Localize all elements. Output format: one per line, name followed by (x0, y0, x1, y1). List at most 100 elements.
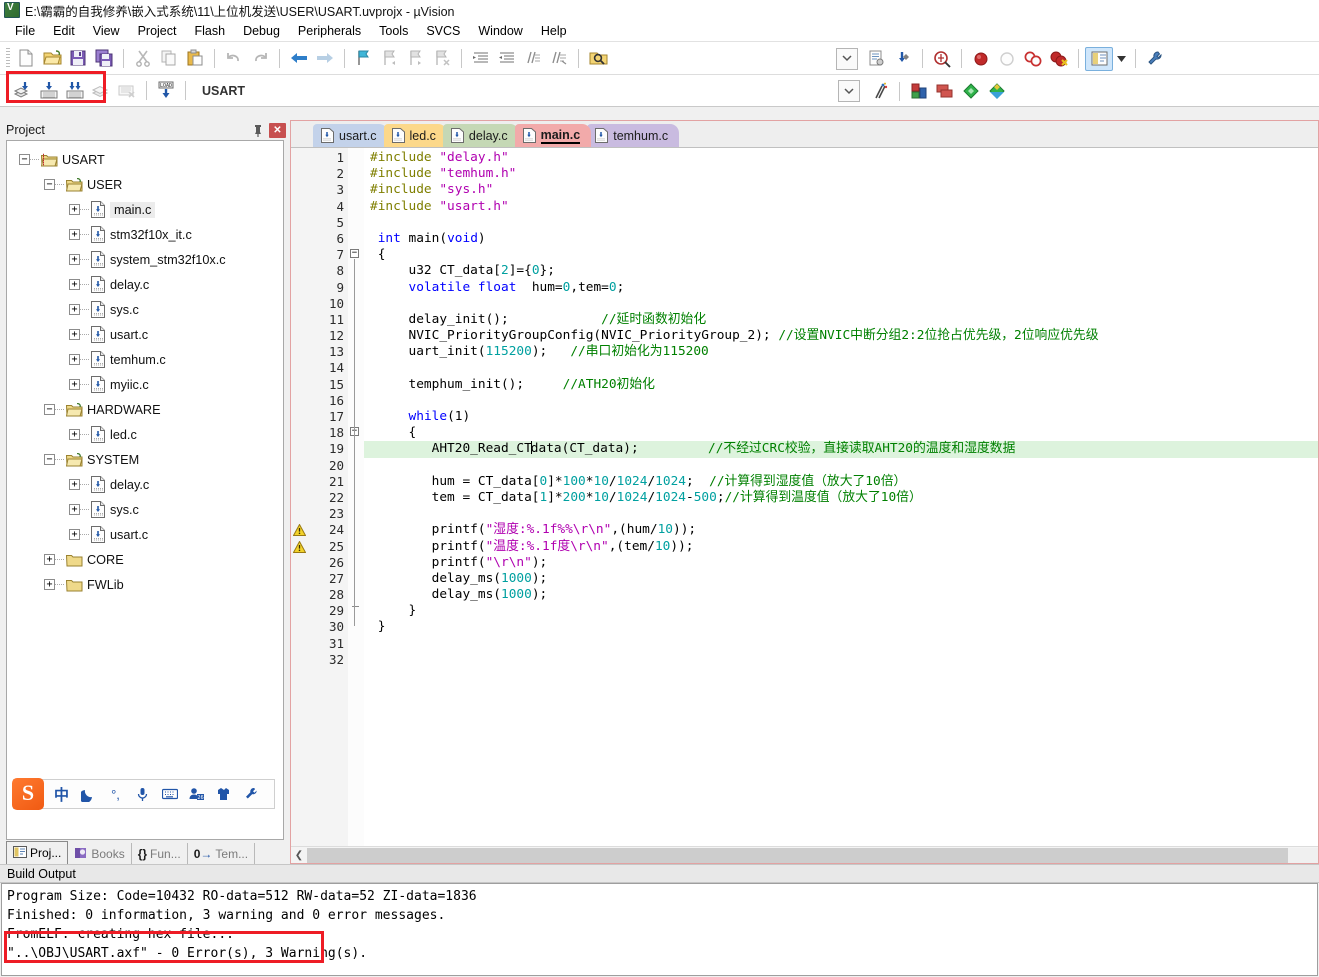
open-file-icon[interactable] (39, 45, 65, 71)
stop-build-icon[interactable] (114, 78, 140, 104)
code-line[interactable] (370, 636, 1318, 652)
settings-wrench-icon[interactable] (237, 780, 264, 808)
pack-manager-icon[interactable] (984, 78, 1010, 104)
tree-item-usart[interactable]: − USART (11, 147, 283, 172)
pin-icon[interactable] (250, 122, 266, 138)
expand-icon[interactable]: + (69, 504, 80, 515)
code-line[interactable]: delay_ms(1000); (370, 571, 1318, 587)
tree-item-sys-c[interactable]: + sys.c (11, 497, 283, 522)
breakpoint-insert-icon[interactable] (968, 46, 994, 72)
pane-tab-project[interactable]: Proj... (6, 841, 69, 864)
code-line[interactable]: } (370, 603, 1318, 619)
tree-item-usart-c[interactable]: + usart.c (11, 322, 283, 347)
paste-icon[interactable] (182, 45, 208, 71)
sogou-logo-icon[interactable]: S (12, 778, 44, 810)
debug-session-icon[interactable] (929, 46, 955, 72)
skin-icon[interactable] (210, 780, 237, 808)
manage-project-items-icon[interactable] (906, 78, 932, 104)
pane-tab-books[interactable]: Books (68, 843, 132, 864)
code-line[interactable]: tem = CT_data[1]*200*10/1024/1024-500;//… (370, 490, 1318, 506)
navigate-forward-icon[interactable] (312, 45, 338, 71)
code-line[interactable]: NVIC_PriorityGroupConfig(NVIC_PriorityGr… (370, 328, 1318, 344)
project-tree-container[interactable]: − USART − USER + main.c + stm32f10x_it.c + system… (6, 140, 284, 840)
code-text-area[interactable]: #include "delay.h" #include "temhum.h" #in… (364, 148, 1318, 846)
menu-item-help[interactable]: Help (532, 22, 576, 40)
bookmark-prev-icon[interactable] (377, 45, 403, 71)
bookmark-toggle-icon[interactable] (351, 45, 377, 71)
chevron-left-icon[interactable]: ❮ (291, 848, 307, 863)
tree-item-system-stm32f10x-c[interactable]: + system_stm32f10x.c (11, 247, 283, 272)
translate-file-icon[interactable] (10, 78, 36, 104)
code-line[interactable]: delay_init(); //延时函数初始化 (370, 312, 1318, 328)
tree-item-usart-c[interactable]: + usart.c (11, 522, 283, 547)
code-line[interactable]: #include "temhum.h" (370, 166, 1318, 182)
editor-tab-led-c[interactable]: led.c (383, 124, 447, 147)
tree-item-myiic-c[interactable]: + myiic.c (11, 372, 283, 397)
editor-tab-delay-c[interactable]: delay.c (442, 124, 519, 147)
code-line[interactable]: { (370, 247, 1318, 263)
menu-item-svcs[interactable]: SVCS (417, 22, 469, 40)
menu-item-peripherals[interactable]: Peripherals (289, 22, 370, 40)
expand-icon[interactable]: + (69, 329, 80, 340)
new-file-icon[interactable] (13, 45, 39, 71)
code-line[interactable] (370, 393, 1318, 409)
editor-tab-temhum-c[interactable]: temhum.c (587, 124, 680, 147)
code-line[interactable]: printf("湿度:%.1f%%\r\n",(hum/10)); (370, 522, 1318, 538)
tree-item-hardware[interactable]: − HARDWARE (11, 397, 283, 422)
manage-components-icon[interactable] (890, 46, 916, 72)
expand-icon[interactable]: + (44, 554, 55, 565)
editor-tab-main-c[interactable]: main.c (514, 124, 592, 147)
pane-tab-templates[interactable]: 0→ Tem... (188, 843, 256, 864)
tree-item-core[interactable]: + CORE (11, 547, 283, 572)
target-options-icon[interactable] (867, 78, 893, 104)
code-line[interactable]: volatile float hum=0,tem=0; (370, 280, 1318, 296)
expand-icon[interactable]: + (69, 379, 80, 390)
indent-decrease-icon[interactable] (494, 45, 520, 71)
expand-icon[interactable]: + (44, 579, 55, 590)
copy-icon[interactable] (156, 45, 182, 71)
code-line[interactable]: printf("\r\n"); (370, 555, 1318, 571)
multi-project-icon[interactable] (932, 78, 958, 104)
menu-item-edit[interactable]: Edit (44, 22, 84, 40)
navigate-back-icon[interactable] (286, 45, 312, 71)
menu-item-window[interactable]: Window (469, 22, 531, 40)
expand-icon[interactable]: + (69, 354, 80, 365)
save-icon[interactable] (65, 45, 91, 71)
target-selector[interactable]: USART (196, 79, 376, 102)
bookmark-clear-icon[interactable] (429, 45, 455, 71)
menu-item-debug[interactable]: Debug (234, 22, 289, 40)
code-line[interactable]: temphum_init(); //ATH20初始化 (370, 377, 1318, 393)
user-icon[interactable]: 26 (183, 780, 210, 808)
chinese-mode-icon[interactable]: 中 (48, 780, 75, 808)
code-line[interactable]: } (370, 619, 1318, 635)
breakpoint-kill-all-icon[interactable] (1046, 46, 1072, 72)
menu-item-tools[interactable]: Tools (370, 22, 417, 40)
soft-keyboard-icon[interactable] (156, 780, 183, 808)
tree-item-led-c[interactable]: + led.c (11, 422, 283, 447)
code-line[interactable]: { (370, 425, 1318, 441)
menu-item-view[interactable]: View (84, 22, 129, 40)
scrollbar-track[interactable] (307, 847, 1318, 863)
code-line[interactable]: int main(void) (370, 231, 1318, 247)
window-layout-icon[interactable] (1085, 46, 1113, 71)
tree-item-system[interactable]: − SYSTEM (11, 447, 283, 472)
code-line[interactable] (370, 458, 1318, 474)
code-line[interactable]: delay_ms(1000); (370, 587, 1318, 603)
window-layout-dropdown-icon[interactable] (1113, 46, 1129, 72)
breakpoint-disable-icon[interactable] (994, 46, 1020, 72)
expand-icon[interactable]: + (69, 279, 80, 290)
moon-icon[interactable] (75, 780, 102, 808)
code-line[interactable] (370, 652, 1318, 668)
undo-icon[interactable] (221, 45, 247, 71)
find-in-files-icon[interactable] (585, 45, 611, 71)
fold-collapse-icon[interactable]: − (350, 249, 359, 259)
menu-item-flash[interactable]: Flash (185, 22, 234, 40)
code-line[interactable]: AHT20_Read_CTdata(CT_data); //不经过CRC校验，直… (364, 441, 1318, 458)
tree-item-main-c[interactable]: + main.c (11, 197, 283, 222)
tree-item-delay-c[interactable]: + delay.c (11, 472, 283, 497)
voice-input-icon[interactable] (129, 780, 156, 808)
expand-icon[interactable]: + (69, 229, 80, 240)
expand-icon[interactable]: + (69, 304, 80, 315)
breakpoint-disable-all-icon[interactable] (1020, 46, 1046, 72)
editor-horizontal-scrollbar[interactable]: ❮ (291, 846, 1318, 863)
